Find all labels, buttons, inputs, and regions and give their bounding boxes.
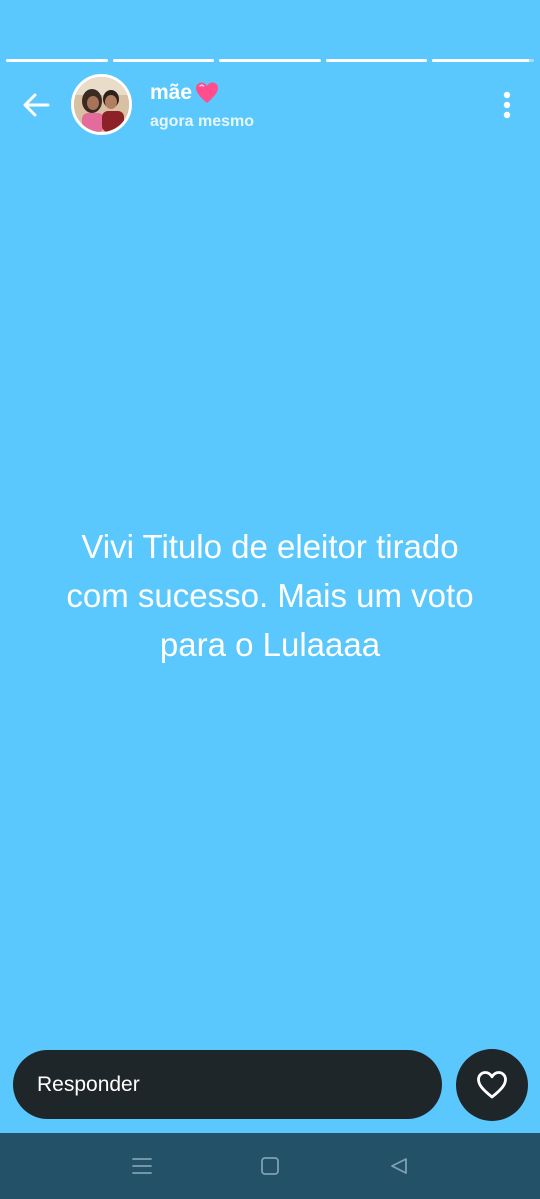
heart-outline-icon (477, 1071, 507, 1099)
story-text-line: Vivi Titulo de eleitor tirado (81, 528, 459, 565)
progress-segment (325, 59, 428, 62)
more-options-button[interactable] (494, 88, 520, 122)
story-text-line: com sucesso. Mais um voto (66, 577, 474, 614)
story-text: Vivi Titulo de eleitor tirado com sucess… (20, 522, 520, 669)
progress-segment (6, 59, 108, 62)
back-button[interactable] (16, 85, 56, 125)
user-name: mãe (150, 81, 193, 104)
reply-placeholder: Responder (37, 1072, 140, 1096)
pink-heart-icon (196, 82, 219, 103)
home-button[interactable] (257, 1153, 283, 1179)
back-arrow-icon (23, 93, 50, 117)
square-icon (261, 1157, 279, 1175)
more-vertical-icon (503, 91, 511, 119)
story-text-line: para o Lulaaaa (159, 626, 381, 663)
recents-button[interactable] (129, 1153, 155, 1179)
menu-lines-icon (132, 1158, 152, 1174)
story-progress-bar (6, 59, 534, 62)
triangle-back-icon (391, 1158, 407, 1174)
user-name-row[interactable]: mãe (150, 80, 220, 106)
avatar[interactable] (71, 74, 132, 135)
progress-segment (432, 59, 534, 62)
progress-segment (112, 59, 215, 62)
story-timestamp: agora mesmo (150, 113, 255, 130)
progress-segment (219, 59, 321, 62)
reply-input[interactable]: Responder (13, 1050, 442, 1119)
system-navigation-bar (0, 1133, 540, 1199)
like-button[interactable] (456, 1049, 528, 1121)
system-back-button[interactable] (386, 1153, 412, 1179)
